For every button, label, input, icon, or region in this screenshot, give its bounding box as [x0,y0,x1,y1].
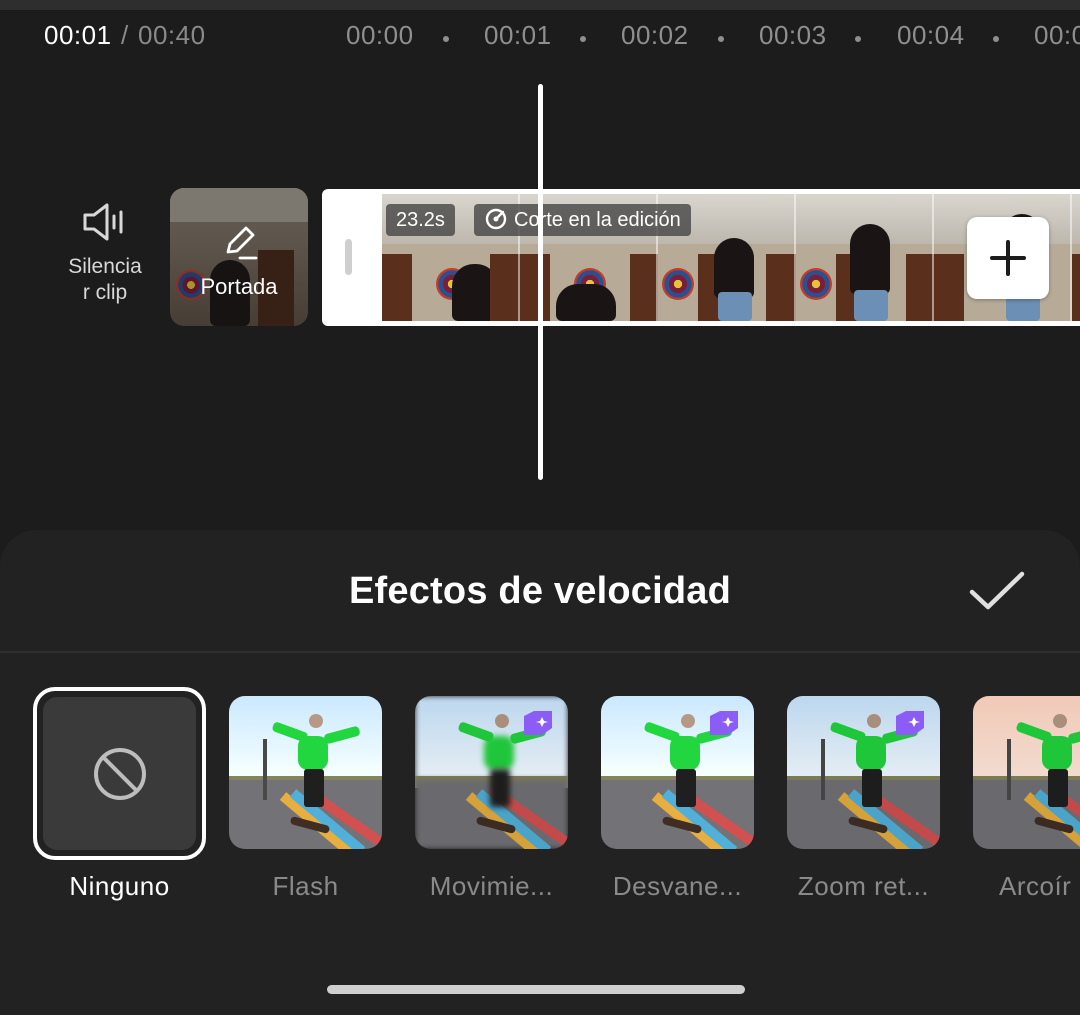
ruler-dot [993,36,999,42]
duration-chip: 23.2s [386,204,455,236]
status-strip [0,0,1080,10]
ruler-tick: 00:03 [759,20,827,50]
mute-clip-label: Silencia r clip [56,254,154,306]
effect-label: Ninguno [69,871,170,901]
no-sign-icon [94,748,146,800]
ruler-dot [443,36,449,42]
clip-frame [796,194,934,321]
speaker-icon [83,203,123,241]
ruler-dot [855,36,861,42]
effect-thumb [787,696,940,849]
total-time: 00:40 [138,20,206,50]
diamond-badge-icon [524,711,552,735]
editor-screen: 00:01 / 00:40 00:00 00:01 00:02 00:03 00… [0,0,1080,1015]
ruler-tick: 00:02 [621,20,689,50]
effect-label: Movimie... [429,871,554,901]
ruler-tick: 00:01 [484,20,552,50]
effect-label: Zoom ret... [797,871,930,901]
cover-label: Portada [200,274,278,299]
playhead[interactable] [538,84,543,480]
effect-thumb [229,696,382,849]
effect-thumb [973,696,1080,849]
ruler-tick: 00:0 [1034,20,1080,50]
mute-clip-button[interactable]: Silencia r clip [56,200,154,306]
add-clip-button[interactable] [967,217,1049,299]
ruler-tick: 00:04 [897,20,965,50]
scissors-cut-icon [485,208,507,230]
mute-clip-text: Silencia r clip [68,255,142,304]
clip-frame [1072,194,1080,321]
sheet-title: Efectos de velocidad [348,570,731,612]
cover-button[interactable]: Portada [170,188,308,326]
effect-label: Arcoír [999,871,1072,901]
effect-label: Desvane... [612,871,743,901]
diamond-badge-icon [896,711,924,735]
sheet-divider [0,651,1080,653]
checkmark-icon[interactable] [966,566,1028,616]
pencil-icon [226,226,258,260]
trim-handle-left[interactable] [345,239,352,275]
time-separator: / [121,20,129,50]
effect-label: Flash [272,871,339,901]
home-indicator [327,985,745,994]
cut-chip: Corte en la edición [474,204,691,236]
ruler-tick: 00:00 [346,20,414,50]
ruler-dot [718,36,724,42]
effect-thumb [601,696,754,849]
current-time: 00:01 [44,20,112,50]
effect-thumb [415,696,568,849]
plus-icon [990,240,1026,276]
ruler-dot [580,36,586,42]
diamond-badge-icon [710,711,738,735]
